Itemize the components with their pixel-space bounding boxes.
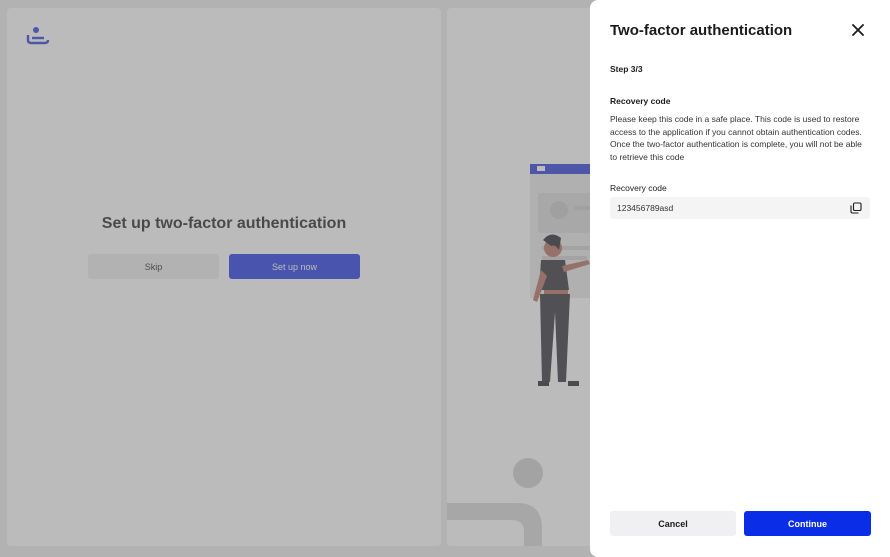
- cancel-button[interactable]: Cancel: [610, 511, 736, 536]
- close-button[interactable]: [849, 21, 867, 39]
- recovery-code-field[interactable]: 123456789asd: [610, 197, 870, 219]
- continue-button[interactable]: Continue: [744, 511, 871, 536]
- recovery-code-label: Recovery code: [610, 183, 667, 193]
- section-title: Recovery code: [610, 96, 671, 106]
- description-text: Please keep this code in a safe place. T…: [610, 114, 862, 162]
- two-factor-panel: Two-factor authentication Step 3/3 Recov…: [590, 0, 890, 557]
- copy-icon[interactable]: [850, 202, 862, 214]
- step-indicator: Step 3/3: [610, 64, 643, 74]
- panel-title: Two-factor authentication: [610, 22, 793, 39]
- close-icon: [852, 24, 864, 36]
- recovery-code-value: 123456789asd: [617, 203, 674, 213]
